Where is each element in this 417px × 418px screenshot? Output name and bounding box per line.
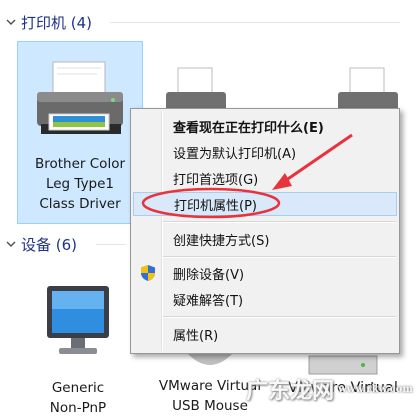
menu-item-label: 疑难解答(T) [173,293,244,309]
menu-separator [163,221,396,223]
menu-separator [163,256,396,258]
watermark-url: www.rkw.com [338,383,413,395]
printer-tile[interactable] [320,62,410,112]
menu-item-create-shortcut[interactable]: 创建快捷方式(S) [133,227,397,251]
device-name-line: Non-PnP [49,400,107,416]
printer-name: Brother Color Leg Type1 Class Driver [18,154,142,214]
printer-icon [166,67,226,112]
monitor-icon [47,286,109,354]
menu-item-label: 删除设备(V) [173,267,245,283]
watermark: 广东龙网 www.rkw.com [246,373,413,405]
watermark-text: 广东龙网 [246,378,335,404]
menu-item-printing-preferences[interactable]: 打印首选项(G) [133,166,397,190]
menu-item-label: 创建快捷方式(S) [173,233,270,249]
device-name: Generic Non-PnP [22,378,134,418]
device-tile-generic[interactable]: Generic Non-PnP [22,276,134,417]
printer-tile-brother[interactable]: Brother Color Leg Type1 Class Driver [17,41,143,224]
mouse-icon [186,352,234,365]
printer-name-line: Brother Color [34,156,126,172]
menu-item-label: 打印首选项(G) [173,172,259,188]
uac-shield-icon [141,265,155,281]
printer-icon [37,61,123,134]
chevron-down-icon[interactable] [3,236,19,252]
printer-tile[interactable] [148,62,238,112]
printer-name-line: Class Driver [39,196,121,212]
group-divider [110,22,400,23]
menu-item-label: 设置为默认打印机(A) [173,146,297,162]
menu-item-label: 打印机属性(P) [174,198,257,214]
menu-item-remove-device[interactable]: 删除设备(V) [133,261,397,285]
chevron-down-icon[interactable] [3,14,19,30]
menu-item-troubleshoot[interactable]: 疑难解答(T) [133,287,397,311]
menu-item-label: 属性(R) [173,328,219,344]
printers-group-title: 打印机 (4) [21,13,93,32]
group-divider [96,244,126,245]
menu-item-set-default[interactable]: 设置为默认打印机(A) [133,140,397,164]
printer-name-line: Leg Type1 [45,176,115,192]
menu-item-properties[interactable]: 属性(R) [133,322,397,346]
menu-separator [163,316,396,318]
printer-icon [338,67,398,112]
device-name-line: Generic [51,380,105,396]
menu-item-see-printing[interactable]: 查看现在正在打印什么(E) [133,114,397,138]
printers-group-header[interactable]: 打印机 (4) [0,11,417,33]
menu-item-label: 查看现在正在打印什么(E) [173,120,324,136]
menu-item-printer-properties[interactable]: 打印机属性(P) [133,192,397,216]
context-menu: 查看现在正在打印什么(E) 设置为默认打印机(A) 打印首选项(G) 打印机属性… [130,108,400,354]
devices-group-title: 设备 (6) [21,235,78,254]
